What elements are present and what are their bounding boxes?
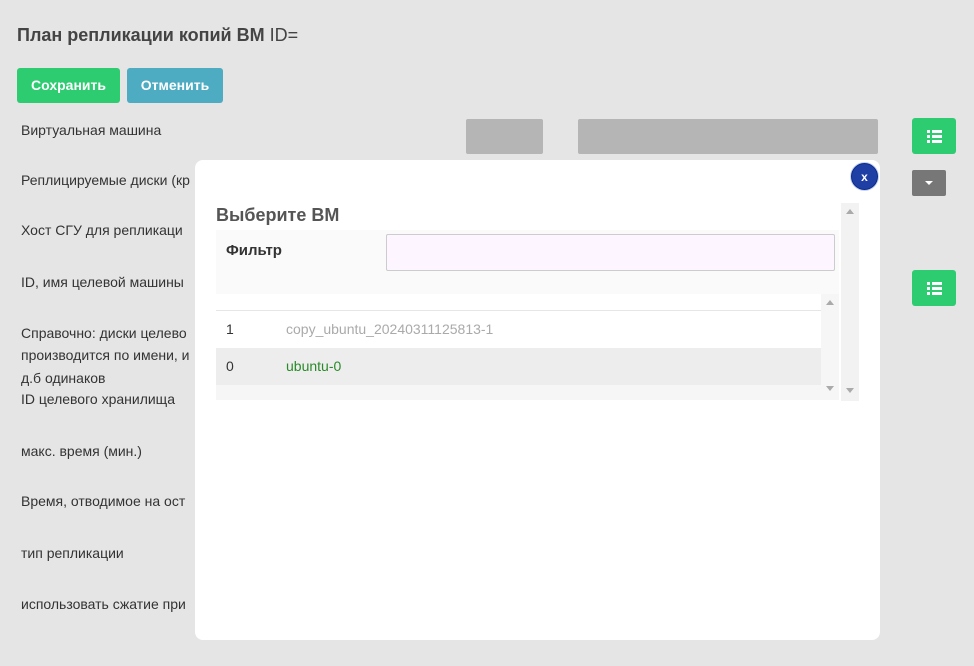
table-row[interactable]: 1 copy_ubuntu_20240311125813-1	[216, 311, 821, 348]
vm-id-field[interactable]	[466, 119, 543, 154]
cancel-button[interactable]: Отменить	[127, 68, 223, 103]
list-icon	[926, 129, 942, 143]
filter-input[interactable]	[386, 234, 835, 271]
table-row[interactable]: 0 ubuntu-0	[216, 348, 821, 385]
scroll-up-icon[interactable]	[846, 209, 854, 214]
label-note-line-1: Справочно: диски целево	[21, 325, 187, 341]
label-time-remaining: Время, отводимое на ост	[21, 493, 186, 509]
page-title: План репликации копий ВМ ID=	[17, 25, 298, 46]
caret-down-icon	[925, 181, 933, 185]
label-replication-type: тип репликации	[21, 545, 124, 561]
table-header	[216, 294, 821, 311]
label-storage-id: ID целевого хранилища	[21, 391, 175, 407]
table-scroll-up-icon[interactable]	[826, 300, 834, 305]
list-icon	[926, 281, 942, 295]
label-note-line-3: д.б одинаков	[21, 370, 106, 386]
label-compression: использовать сжатие при	[21, 596, 186, 612]
label-vm: Виртуальная машина	[21, 122, 162, 138]
row-vm-name: ubuntu-0	[286, 358, 342, 374]
label-host: Хост СГУ для репликаци	[21, 222, 183, 238]
label-max-time: макс. время (мин.)	[21, 443, 142, 459]
close-button[interactable]: x	[851, 163, 878, 190]
label-target-vm: ID, имя целевой машины	[21, 274, 184, 290]
outer-scrollbar[interactable]	[841, 203, 859, 401]
select-target-vm-button[interactable]	[912, 270, 956, 306]
label-replicated-disks: Реплицируемые диски (кр	[21, 172, 190, 188]
select-vm-button[interactable]	[912, 118, 956, 154]
label-note-line-2: производится по имени, и	[21, 347, 190, 363]
scroll-down-icon[interactable]	[846, 388, 854, 393]
table-scroll-down-icon[interactable]	[826, 386, 834, 391]
row-id: 0	[226, 358, 234, 374]
row-vm-name: copy_ubuntu_20240311125813-1	[286, 321, 494, 337]
page-title-id: ID=	[269, 25, 299, 45]
close-icon: x	[861, 169, 868, 184]
modal-title: Выберите ВМ	[216, 205, 340, 225]
disks-dropdown-button[interactable]	[912, 170, 946, 196]
vm-name-field[interactable]	[578, 119, 878, 154]
page-title-text: План репликации копий ВМ	[17, 25, 265, 45]
filter-label: Фильтр	[226, 242, 282, 259]
row-id: 1	[226, 321, 234, 337]
save-button[interactable]: Сохранить	[17, 68, 120, 103]
